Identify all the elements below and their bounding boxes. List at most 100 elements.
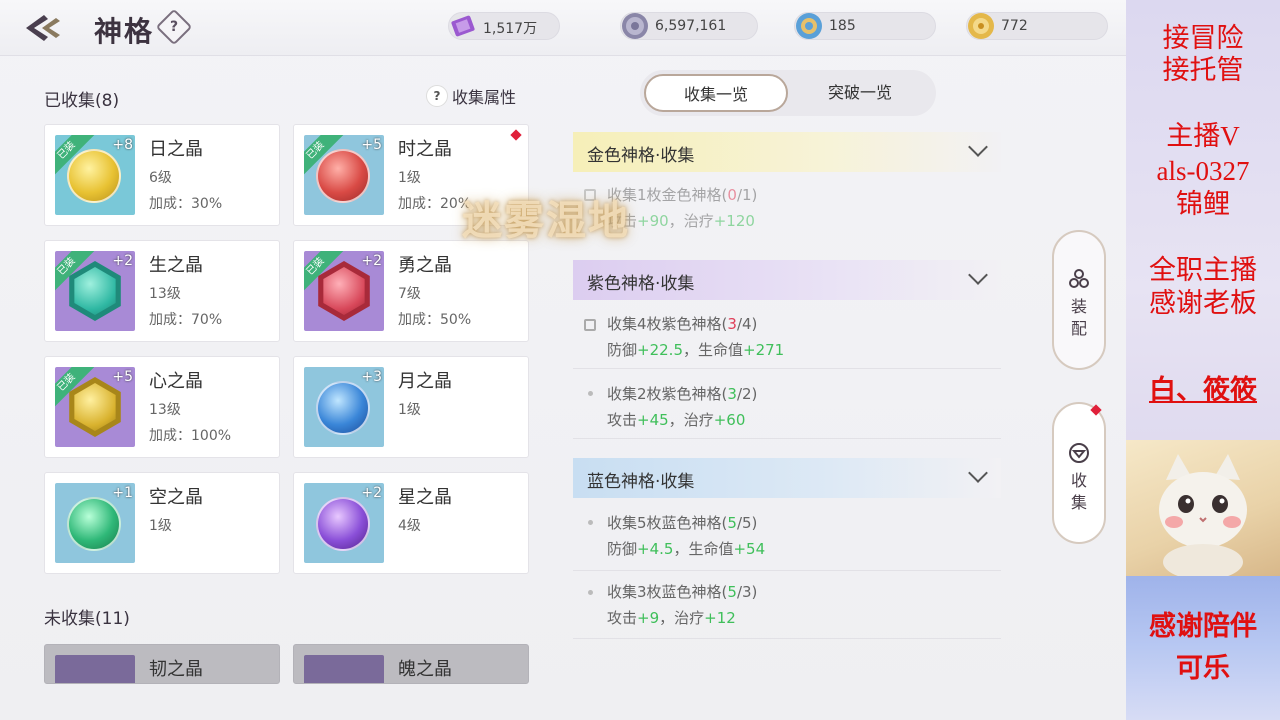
overlay-text: 锦鲤 (1176, 189, 1230, 219)
chevron-down-icon (968, 463, 988, 483)
crystal-card-locked[interactable]: 韧之晶 (44, 644, 280, 684)
crystal-level: 13级 (149, 402, 181, 418)
crystal-name: 日之晶 (149, 139, 203, 160)
bullet-icon (588, 391, 593, 396)
tab-breakthrough-overview[interactable]: 突破一览 (788, 74, 932, 112)
crystal-card[interactable]: 已装 +2 勇之晶 7级 加成：50% (293, 240, 529, 342)
blue-group-header[interactable]: 蓝色神格·收集 (573, 458, 1001, 498)
crystal-name: 空之晶 (149, 487, 203, 508)
chevron-down-icon (968, 137, 988, 157)
plus-badge: +8 (112, 137, 133, 153)
resource-crystal[interactable]: 185 (794, 12, 936, 40)
sky-gem-icon (67, 497, 121, 551)
top-bar: 神格 ? 1,517万 6,597,161 185 772 (0, 0, 1126, 56)
back-arrow-icon[interactable] (22, 12, 68, 44)
crystal-bonus: 加成：30% (149, 196, 223, 212)
plus-badge: +5 (112, 369, 133, 385)
crystal-card-locked[interactable]: 魄之晶 (293, 644, 529, 684)
overlay-text: 接托管 (1162, 55, 1244, 85)
overlay-text: als-0327 (1156, 156, 1250, 186)
resource-gold[interactable]: 772 (966, 12, 1108, 40)
star-gem-icon (316, 497, 370, 551)
crystal-name: 勇之晶 (398, 255, 452, 276)
sun-gem-icon (67, 149, 121, 203)
crystal-name: 时之晶 (398, 139, 452, 160)
resource-value: 772 (1001, 18, 1028, 34)
gem-tile: 已装 +2 (304, 251, 384, 331)
plus-badge: +2 (112, 253, 133, 269)
question-icon: ? (426, 85, 448, 107)
blue-crystal-icon (796, 13, 822, 39)
gold-coin-icon (968, 13, 994, 39)
crystal-card[interactable]: 已装 +8 日之晶 6级 加成：30% (44, 124, 280, 226)
bullet-icon (588, 520, 593, 525)
crystal-level: 1级 (149, 518, 172, 534)
divider (573, 438, 1001, 439)
view-tabs: 收集一览 突破一览 (640, 70, 936, 116)
equip-label: 装配 (1070, 297, 1087, 338)
bullet-icon (588, 590, 593, 595)
help-button[interactable]: ? (155, 8, 193, 46)
crystal-name: 魄之晶 (398, 659, 452, 680)
collect-icon (1069, 443, 1089, 463)
crystal-card[interactable]: +3 月之晶 1级 (293, 356, 529, 458)
plus-badge: +2 (361, 253, 382, 269)
page-title: 神格 (94, 15, 155, 48)
equip-button[interactable]: 装配 (1052, 230, 1106, 370)
crystal-name: 月之晶 (398, 371, 452, 392)
gem-tile: +2 (304, 483, 384, 563)
group-title: 金色神格·收集 (587, 146, 695, 166)
plus-badge: +5 (361, 137, 382, 153)
collect-label: 收集 (1070, 471, 1087, 512)
crystal-name: 生之晶 (149, 255, 203, 276)
purple-ticket-icon (451, 15, 475, 37)
crystal-name: 星之晶 (398, 487, 452, 508)
purple-group-header[interactable]: 紫色神格·收集 (573, 260, 1001, 300)
red-dot-badge (1090, 404, 1102, 416)
crystal-bonus: 加成：20% (398, 196, 472, 212)
gem-tile: 已装 +2 (55, 251, 135, 331)
collection-entry: 收集5枚蓝色神格(5/5) 防御+4.5，生命值+54 (607, 514, 766, 558)
gem-tile (55, 655, 135, 683)
chevron-down-icon (968, 265, 988, 285)
divider (573, 570, 1001, 571)
collection-entry: 收集2枚紫色神格(3/2) 攻击+45，治疗+60 (607, 385, 758, 429)
divider (573, 638, 1001, 639)
game-screen: 神格 ? 1,517万 6,597,161 185 772 已收集(8) ? 收集… (0, 0, 1126, 720)
gem-tile: 已装 +5 (55, 367, 135, 447)
question-icon: ? (169, 19, 179, 35)
collected-label: 已收集(8) (44, 91, 120, 111)
crystal-card[interactable]: +1 空之晶 1级 (44, 472, 280, 574)
divider (573, 368, 1001, 369)
resource-value: 1,517万 (483, 21, 538, 37)
crystal-card[interactable]: 已装 +2 生之晶 13级 加成：70% (44, 240, 280, 342)
tab-collection-overview[interactable]: 收集一览 (644, 74, 788, 112)
crystal-card[interactable]: 已装 +5 心之晶 13级 加成：100% (44, 356, 280, 458)
gem-tile (304, 655, 384, 683)
crystal-level: 13级 (149, 286, 181, 302)
lock-icon (584, 319, 596, 331)
gem-tile: +3 (304, 367, 384, 447)
resource-value: 6,597,161 (655, 18, 727, 34)
overlay-text: 主播V (1166, 121, 1240, 151)
overlay-text: 感谢老板 (1149, 288, 1257, 318)
crystal-card[interactable]: +2 星之晶 4级 (293, 472, 529, 574)
gem-tile: 已装 +5 (304, 135, 384, 215)
gem-tile: +1 (55, 483, 135, 563)
gold-group-header[interactable]: 金色神格·收集 (573, 132, 1001, 172)
plus-badge: +2 (361, 485, 382, 501)
crystal-name: 心之晶 (149, 371, 203, 392)
overlay-text: 感谢陪伴 (1149, 611, 1257, 641)
plus-badge: +3 (361, 369, 382, 385)
stream-overlay-footer: 感谢陪伴 可乐 (1126, 576, 1280, 720)
crystal-level: 4级 (398, 518, 421, 534)
crystal-level: 7级 (398, 286, 421, 302)
resource-ticket[interactable]: 1,517万 (448, 12, 560, 40)
overlay-text: 全职主播 (1149, 255, 1257, 285)
crystal-level: 1级 (398, 170, 421, 186)
collect-attr-label: 收集属性 (452, 88, 517, 107)
collect-attr-button[interactable]: ? 收集属性 (426, 84, 516, 110)
resource-silver[interactable]: 6,597,161 (620, 12, 758, 40)
overlay-text: 接冒险 (1162, 23, 1244, 53)
collect-button[interactable]: 收集 (1052, 402, 1106, 544)
